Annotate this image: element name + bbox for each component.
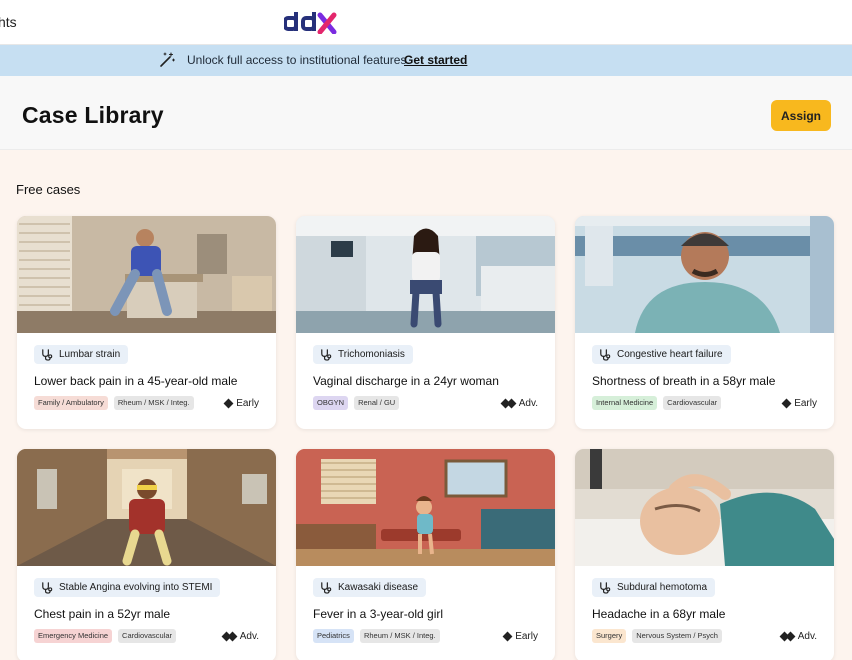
- difficulty-level: Early: [502, 631, 538, 642]
- assign-button[interactable]: Assign: [771, 100, 831, 131]
- case-title: Headache in a 68yr male: [592, 607, 726, 621]
- single-diamond-icon: [223, 398, 234, 409]
- diagnosis-badge: Stable Angina evolving into STEMI: [34, 578, 221, 597]
- banner-text: Unlock full access to institutional feat…: [187, 53, 410, 67]
- upgrade-banner: Unlock full access to institutional feat…: [0, 45, 852, 76]
- case-title: Vaginal discharge in a 24yr woman: [313, 374, 499, 388]
- difficulty-label: Adv.: [518, 398, 538, 409]
- case-illustration: [17, 449, 276, 566]
- diagnosis-label: Lumbar strain: [59, 349, 121, 360]
- case-title: Shortness of breath in a 58yr male: [592, 374, 776, 388]
- diagnosis-label: Congestive heart failure: [617, 349, 723, 360]
- specialty-tag: Emergency Medicine: [34, 629, 113, 643]
- stethoscope-icon: [319, 348, 332, 361]
- diagnosis-badge: Lumbar strain: [34, 345, 129, 364]
- tag-list: Pediatrics Rheum / MSK / Integ.: [313, 629, 440, 643]
- specialty-tag: Nervous System / Psych: [632, 629, 722, 643]
- specialty-tag: Rheum / MSK / Integ.: [359, 629, 440, 643]
- specialty-tag: Internal Medicine: [592, 396, 658, 410]
- diagnosis-label: Stable Angina evolving into STEMI: [59, 582, 213, 593]
- difficulty-level: Adv.: [221, 631, 259, 642]
- difficulty-level: Early: [781, 398, 817, 409]
- case-card[interactable]: Congestive heart failure Shortness of bre…: [575, 216, 834, 429]
- single-diamond-icon: [502, 631, 513, 642]
- case-title: Lower back pain in a 45-year-old male: [34, 374, 238, 388]
- specialty-tag: OBGYN: [313, 396, 349, 410]
- diagnosis-badge: Subdural hemotoma: [592, 578, 716, 597]
- tag-list: Internal Medicine Cardiovascular: [592, 396, 722, 410]
- tag-list: Emergency Medicine Cardiovascular: [34, 629, 177, 643]
- case-card[interactable]: Stable Angina evolving into STEMI Chest p…: [17, 449, 276, 660]
- case-card[interactable]: Trichomoniasis Vaginal discharge in a 24y…: [296, 216, 555, 429]
- nav-link-fragment[interactable]: hts: [0, 14, 17, 30]
- specialty-tag: Renal / GU: [354, 396, 400, 410]
- stethoscope-icon: [598, 348, 611, 361]
- case-title: Fever in a 3-year-old girl: [313, 607, 444, 621]
- specialty-tag: Family / Ambulatory: [34, 396, 108, 410]
- case-illustration: [575, 449, 834, 566]
- difficulty-level: Adv.: [500, 398, 538, 409]
- page-title: Case Library: [22, 102, 164, 128]
- diagnosis-label: Trichomoniasis: [338, 349, 405, 360]
- magic-wand-icon: [160, 52, 175, 67]
- difficulty-label: Early: [236, 398, 259, 409]
- diagnosis-badge: Congestive heart failure: [592, 345, 731, 364]
- case-card[interactable]: Kawasaki disease Fever in a 3-year-old gi…: [296, 449, 555, 660]
- double-diamond-icon: [221, 631, 238, 642]
- top-nav-bar: hts: [0, 0, 852, 45]
- specialty-tag: Surgery: [592, 629, 627, 643]
- stethoscope-icon: [319, 581, 332, 594]
- free-cases-heading: Free cases: [16, 182, 81, 197]
- diagnosis-badge: Trichomoniasis: [313, 345, 413, 364]
- diagnosis-badge: Kawasaki disease: [313, 578, 427, 597]
- page-header: Case Library Assign: [0, 76, 852, 150]
- diagnosis-label: Subdural hemotoma: [617, 582, 708, 593]
- stethoscope-icon: [40, 581, 53, 594]
- stethoscope-icon: [40, 348, 53, 361]
- case-illustration: [296, 449, 555, 566]
- specialty-tag: Cardiovascular: [663, 396, 722, 410]
- specialty-tag: Pediatrics: [313, 629, 354, 643]
- difficulty-level: Early: [223, 398, 259, 409]
- ddx-logo[interactable]: [284, 10, 338, 34]
- case-card[interactable]: Lumbar strain Lower back pain in a 45-yea…: [17, 216, 276, 429]
- difficulty-label: Early: [794, 398, 817, 409]
- difficulty-label: Early: [515, 631, 538, 642]
- single-diamond-icon: [781, 398, 792, 409]
- tag-list: OBGYN Renal / GU: [313, 396, 400, 410]
- double-diamond-icon: [779, 631, 796, 642]
- case-title: Chest pain in a 52yr male: [34, 607, 171, 621]
- stethoscope-icon: [598, 581, 611, 594]
- difficulty-label: Adv.: [239, 631, 259, 642]
- difficulty-label: Adv.: [797, 631, 817, 642]
- difficulty-level: Adv.: [779, 631, 817, 642]
- diagnosis-label: Kawasaki disease: [338, 582, 419, 593]
- get-started-link[interactable]: Get started: [404, 53, 467, 67]
- specialty-tag: Rheum / MSK / Integ.: [113, 396, 194, 410]
- case-illustration: [575, 216, 834, 333]
- case-illustration: [17, 216, 276, 333]
- double-diamond-icon: [500, 398, 517, 409]
- tag-list: Surgery Nervous System / Psych: [592, 629, 722, 643]
- specialty-tag: Cardiovascular: [118, 629, 177, 643]
- case-illustration: [296, 216, 555, 333]
- case-card[interactable]: Subdural hemotoma Headache in a 68yr male…: [575, 449, 834, 660]
- tag-list: Family / Ambulatory Rheum / MSK / Integ.: [34, 396, 194, 410]
